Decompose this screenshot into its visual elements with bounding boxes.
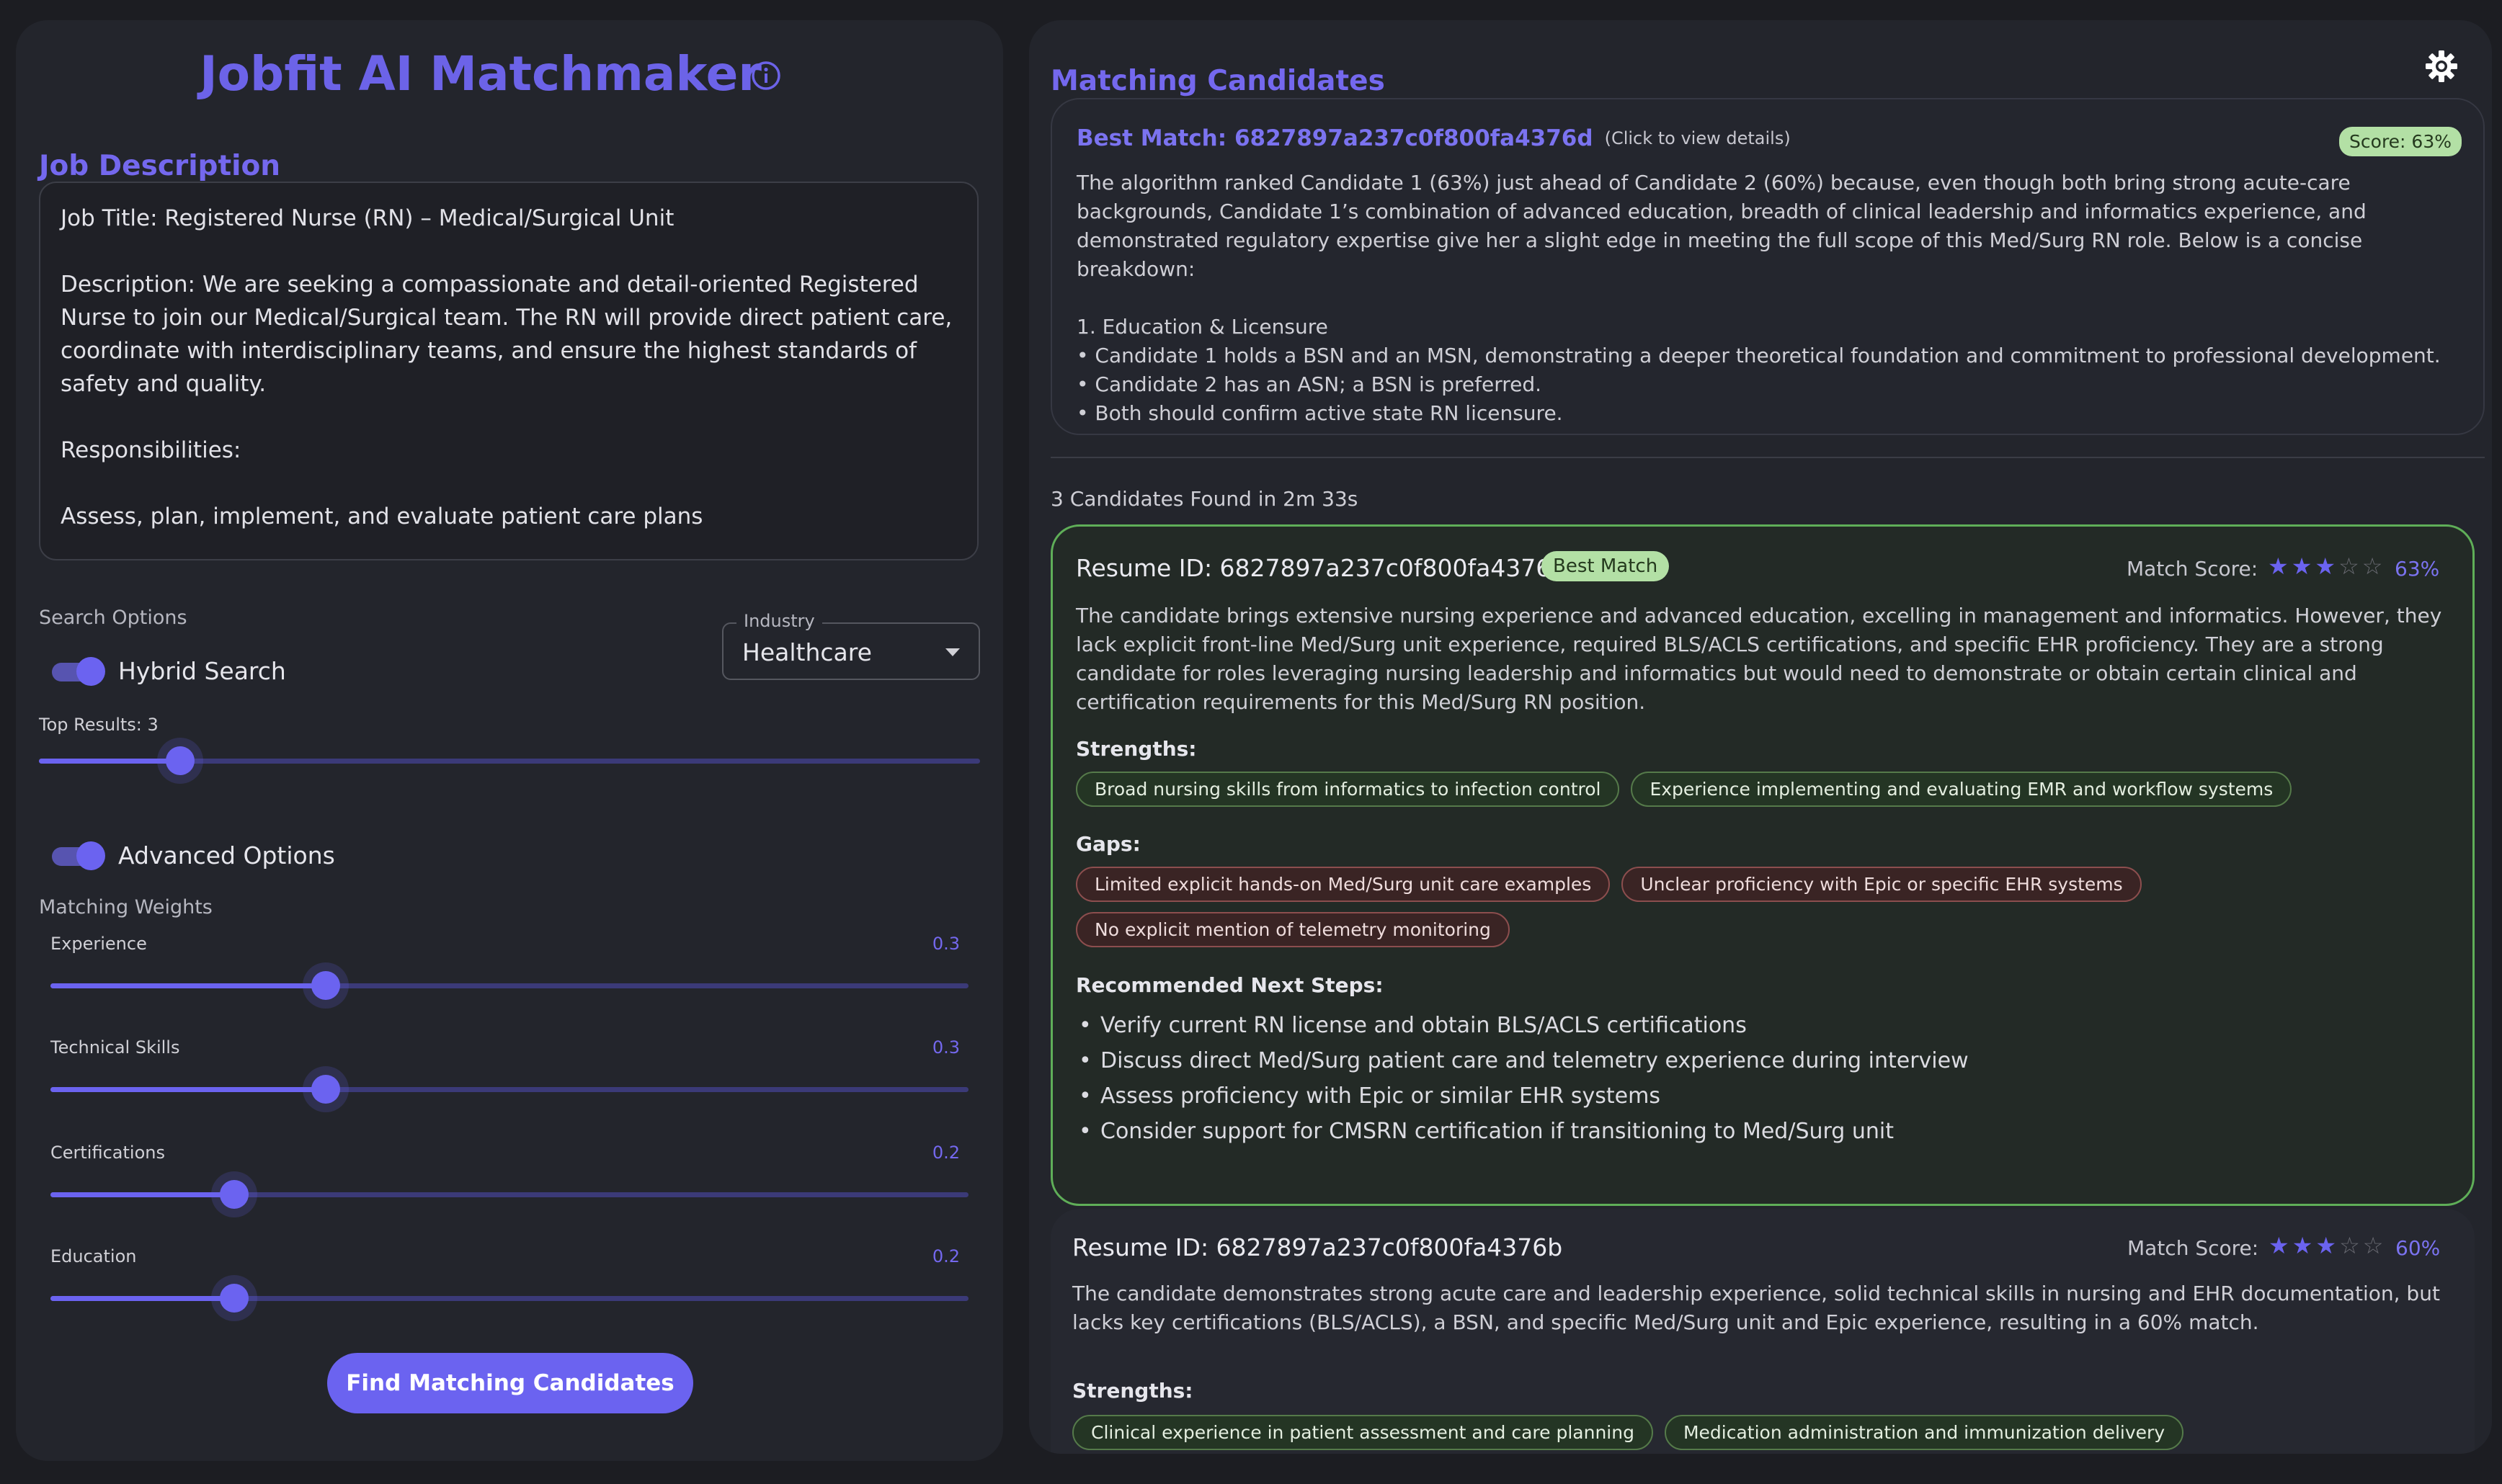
best-match-hint: (Click to view details) [1604,128,1791,148]
search-panel: Jobfit AI Matchmaker Job Description Job… [16,20,1003,1461]
industry-select[interactable]: Industry Healthcare [722,611,980,680]
strengths-heading: Strengths: [1076,737,1197,761]
advanced-options-label: Advanced Options [118,841,335,870]
weight-technical-skills-value: 0.3 [932,1037,960,1058]
next-step-item: Discuss direct Med/Surg patient care and… [1076,1043,1969,1078]
weight-technical-skills-slider[interactable] [50,1066,969,1112]
hybrid-search-toggle[interactable] [52,657,105,686]
candidate-card[interactable]: Resume ID: 6827897a237c0f800fa4376d Best… [1051,524,2475,1206]
star-rating: ★★★☆☆ [2269,1232,2386,1259]
gaps-list: Limited explicit hands-on Med/Surg unit … [1076,867,2265,947]
best-match-summary-card[interactable]: Best Match: 6827897a237c0f800fa4376d (Cl… [1051,98,2485,435]
star-icon: ★ [2292,1232,2316,1259]
strength-chip: Medication administration and immunizati… [1664,1415,2184,1450]
search-options-label: Search Options [39,607,187,629]
industry-legend: Industry [736,611,822,631]
gaps-heading: Gaps: [1076,832,1141,856]
slider-thumb[interactable] [311,971,340,1000]
match-score-label: Match Score: [2127,557,2258,581]
hybrid-search-label: Hybrid Search [118,657,286,685]
slider-thumb[interactable] [311,1075,340,1104]
next-steps-heading: Recommended Next Steps: [1076,973,1384,997]
gap-chip: Unclear proficiency with Epic or specifi… [1621,867,2142,902]
settings-gear-icon[interactable] [2423,48,2460,85]
best-match-badge: Best Match [1541,551,1670,581]
find-matching-candidates-button[interactable]: Find Matching Candidates [327,1353,693,1413]
strengths-list: Clinical experience in patient assessmen… [1072,1415,2449,1450]
candidates-found-text: 3 Candidates Found in 2m 33s [1051,487,1358,511]
slider-thumb[interactable] [166,746,195,775]
weight-education-slider[interactable] [50,1275,969,1321]
match-score-value: 63% [2395,557,2440,581]
match-score-label: Match Score: [2127,1236,2259,1260]
strengths-heading: Strengths: [1072,1379,1193,1403]
info-icon[interactable] [751,61,781,91]
app-title: Jobfit AI Matchmaker [200,46,762,102]
candidate-description: The candidate demonstrates strong acute … [1072,1282,2440,1334]
weight-certifications-value: 0.2 [932,1143,960,1163]
star-icon: ★ [2315,1232,2340,1259]
best-match-score-badge: Score: 63% [2339,127,2462,156]
candidate-description: The candidate brings extensive nursing e… [1076,604,2442,714]
job-description-textarea[interactable]: Job Title: Registered Nurse (RN) – Medic… [39,182,979,560]
strength-chip: Broad nursing skills from informatics to… [1076,772,1620,807]
best-match-explanation: The algorithm ranked Candidate 1 (63%) j… [1077,171,2441,425]
job-description-heading: Job Description [39,150,281,182]
weight-education-label: Education [50,1246,137,1266]
results-title: Matching Candidates [1051,65,1385,97]
industry-value: Healthcare [742,638,872,666]
weight-experience-value: 0.3 [932,934,960,954]
gap-chip: Limited explicit hands-on Med/Surg unit … [1076,867,1611,902]
next-step-item: Consider support for CMSRN certification… [1076,1114,1969,1149]
weight-certifications-label: Certifications [50,1143,165,1163]
strengths-list: Broad nursing skills from informatics to… [1076,772,2452,807]
weight-education-value: 0.2 [932,1246,960,1266]
candidate-card[interactable]: Resume ID: 6827897a237c0f800fa4376b Matc… [1051,1209,2475,1454]
advanced-options-toggle[interactable] [52,841,105,870]
match-score-value: 60% [2395,1236,2441,1260]
star-icon: ★ [2291,553,2315,580]
results-panel: Matching Candidates Best Match: 6827897a… [1029,20,2492,1454]
best-match-title[interactable]: Best Match: 6827897a237c0f800fa4376d [1077,125,1593,151]
divider [1051,457,2485,458]
top-results-slider[interactable] [39,738,980,784]
strength-chip: Clinical experience in patient assessmen… [1072,1415,1653,1450]
top-results-label: Top Results: 3 [39,715,159,735]
weight-certifications-slider[interactable] [50,1171,969,1217]
next-step-item: Assess proficiency with Epic or similar … [1076,1078,1969,1114]
strength-chip: Experience implementing and evaluating E… [1631,772,2292,807]
star-icon: ★ [2269,1232,2292,1259]
weight-technical-skills-label: Technical Skills [50,1037,180,1058]
resume-id: Resume ID: 6827897a237c0f800fa4376d [1076,554,1567,582]
star-icon: ★ [2315,553,2339,580]
star-rating: ★★★☆☆ [2268,553,2385,580]
weight-experience-slider[interactable] [50,962,969,1009]
matching-weights-heading: Matching Weights [39,896,213,918]
gap-chip: No explicit mention of telemetry monitor… [1076,912,1510,947]
slider-thumb[interactable] [220,1284,249,1313]
slider-thumb[interactable] [220,1180,249,1209]
star-icon: ☆ [2339,1232,2363,1259]
star-icon: ☆ [2338,553,2362,580]
job-description-text: Job Title: Registered Nurse (RN) – Medic… [61,205,953,529]
dropdown-caret-icon [945,648,960,656]
next-steps-list: Verify current RN license and obtain BLS… [1076,1008,1969,1149]
star-icon: ☆ [2361,553,2386,580]
next-step-item: Verify current RN license and obtain BLS… [1076,1008,1969,1043]
star-icon: ☆ [2362,1232,2387,1259]
star-icon: ★ [2268,553,2292,580]
resume-id: Resume ID: 6827897a237c0f800fa4376b [1072,1233,1563,1261]
weight-experience-label: Experience [50,934,147,954]
